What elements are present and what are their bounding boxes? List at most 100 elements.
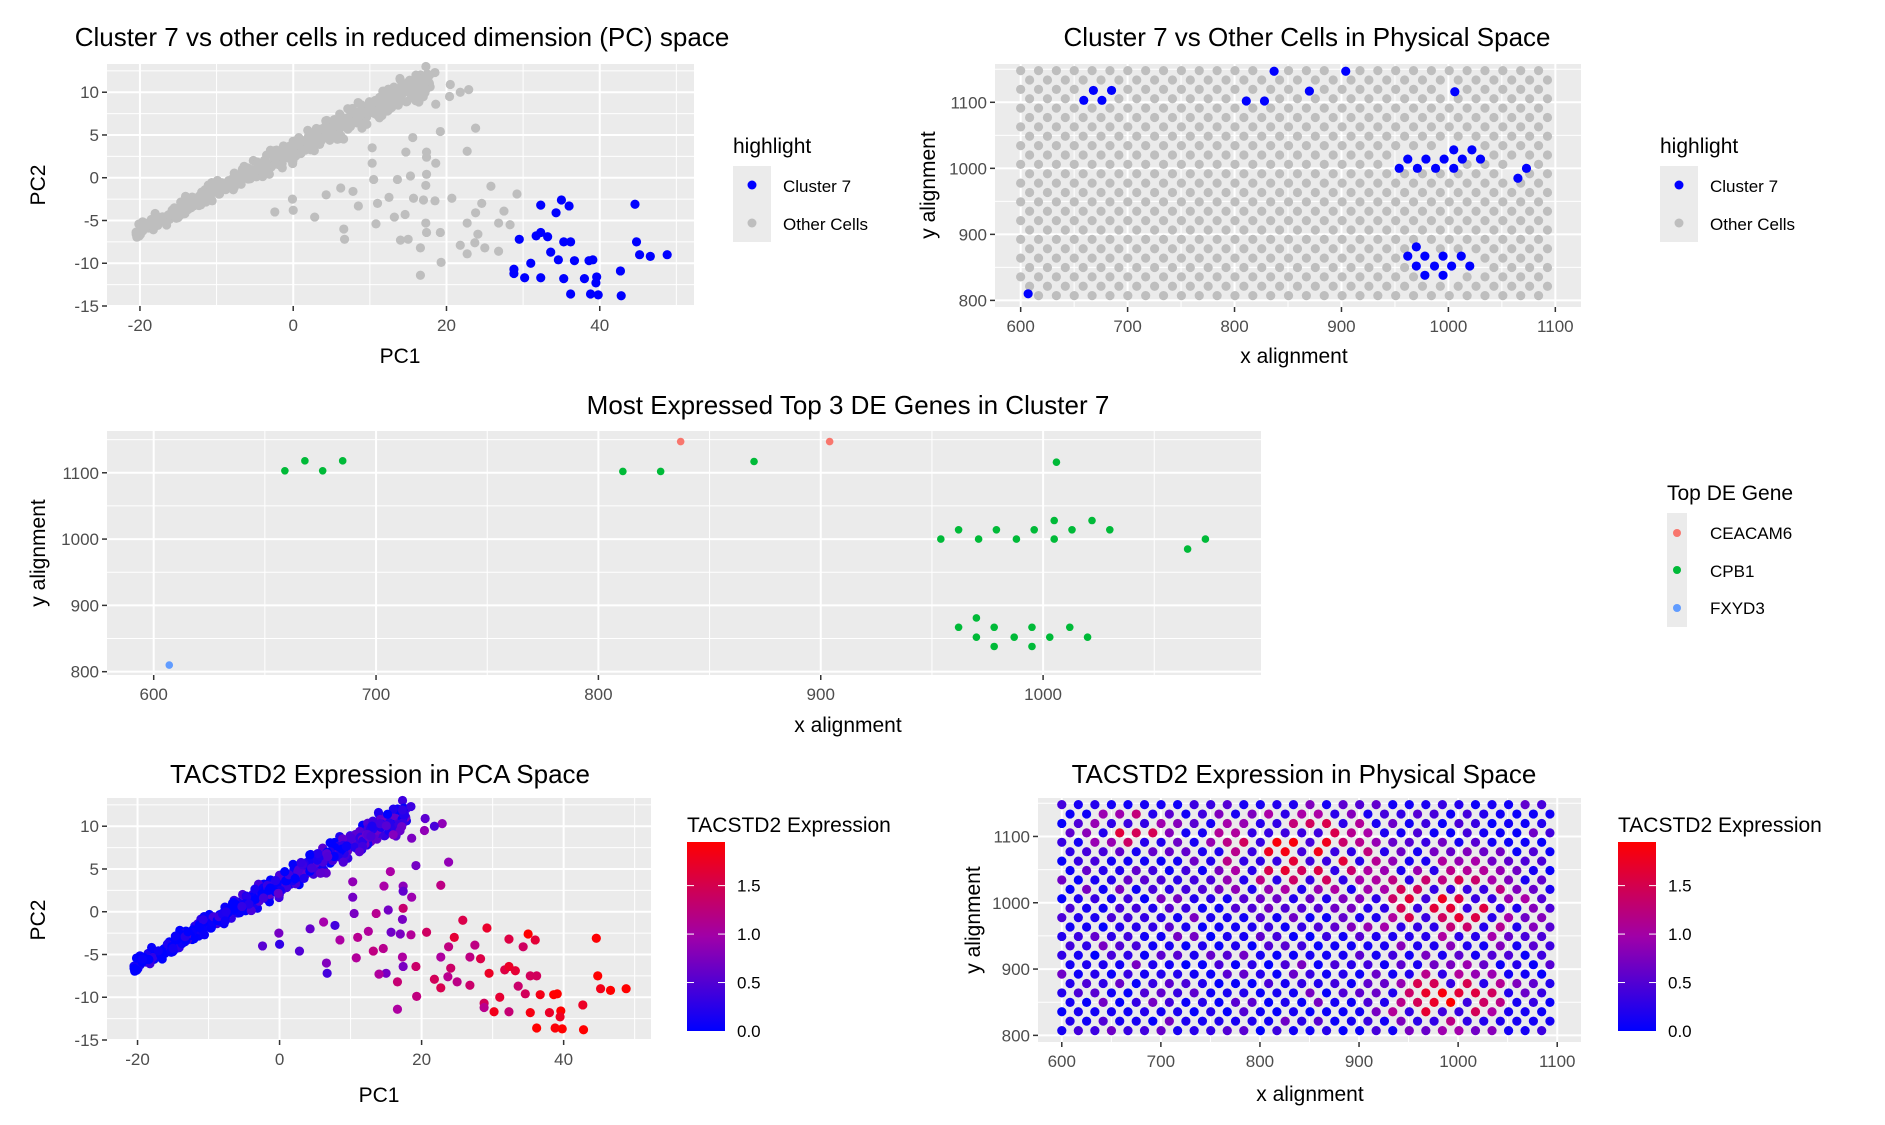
- point-expression: [1346, 997, 1356, 1007]
- point-expression: [1355, 988, 1365, 998]
- point-other-cells: [1221, 262, 1231, 273]
- y-axis-title: PC2: [27, 165, 50, 206]
- point-expression: [1288, 837, 1299, 847]
- point-other-cells: [1417, 225, 1428, 235]
- point-other-cells: [1337, 253, 1347, 263]
- point-other-cells: [1078, 281, 1088, 291]
- point-other-cells: [1373, 272, 1383, 282]
- point-expression: [1148, 884, 1158, 894]
- point-cpb1: [1083, 633, 1092, 642]
- point-other-cells: [1203, 244, 1213, 254]
- point-cpb1: [954, 623, 963, 632]
- point-expression: [1090, 818, 1100, 829]
- point-cluster-7: [1465, 261, 1475, 271]
- point-expression: [1090, 1025, 1100, 1036]
- point-other-cells: [1257, 281, 1267, 291]
- point-other-cells: [1498, 103, 1508, 113]
- point-expression: [1396, 978, 1406, 989]
- point-expression: [1421, 913, 1431, 923]
- point-expression: [1230, 828, 1241, 838]
- point-other-cells: [1105, 178, 1115, 188]
- point-expression: [520, 989, 530, 999]
- point-expression: [1487, 894, 1497, 904]
- point-expression: [1098, 1016, 1108, 1026]
- point-expression: [1148, 1016, 1158, 1026]
- point-other-cells: [1158, 291, 1169, 301]
- point-other-cells: [1248, 66, 1258, 76]
- point-expression: [1206, 950, 1216, 960]
- point-other-cells: [405, 171, 416, 181]
- point-other-cells: [1087, 103, 1097, 113]
- point-expression: [535, 990, 545, 1000]
- point-expression: [1379, 978, 1390, 989]
- point-other-cells: [288, 205, 298, 215]
- point-other-cells: [1132, 75, 1142, 85]
- point-expression: [305, 924, 315, 934]
- point-cluster-7: [1403, 154, 1413, 164]
- point-expression: [1098, 960, 1108, 970]
- point-other-cells: [470, 238, 480, 248]
- point-other-cells: [1248, 84, 1258, 94]
- point-expression: [1388, 1025, 1398, 1036]
- point-expression: [1487, 950, 1497, 960]
- point-expression: [407, 833, 417, 843]
- point-other-cells: [1132, 262, 1142, 273]
- point-expression: [1098, 828, 1108, 838]
- point-expression: [1057, 988, 1067, 998]
- point-expression: [1181, 847, 1191, 857]
- point-other-cells: [1042, 225, 1053, 235]
- point-other-cells: [1230, 141, 1240, 151]
- point-expression: [1073, 969, 1083, 979]
- point-expression: [1321, 894, 1332, 904]
- point-cluster-7: [1430, 163, 1441, 173]
- point-expression: [1363, 922, 1373, 932]
- point-other-cells: [1453, 281, 1463, 291]
- point-other-cells: [1471, 131, 1481, 141]
- x-axis-title: PC1: [359, 1084, 400, 1107]
- point-other-cells: [1417, 206, 1428, 216]
- point-other-cells: [1275, 94, 1285, 104]
- point-expression: [1487, 856, 1497, 866]
- point-expression: [1214, 997, 1224, 1007]
- point-expression: [1073, 875, 1083, 885]
- point-other-cells: [1194, 66, 1204, 76]
- point-expression: [1222, 988, 1232, 998]
- point-expression: [1123, 1025, 1133, 1036]
- point-expression: [1148, 978, 1158, 989]
- point-expression: [1446, 978, 1456, 989]
- point-expression: [1470, 875, 1481, 885]
- point-cluster-7: [559, 274, 569, 284]
- point-other-cells: [1105, 291, 1115, 301]
- point-expression: [1139, 875, 1150, 885]
- point-other-cells: [1346, 169, 1356, 179]
- colorbar-tick-label: 0.0: [737, 1022, 761, 1041]
- point-other-cells: [1525, 244, 1535, 254]
- point-expression: [1272, 837, 1282, 847]
- point-expression: [1537, 950, 1547, 960]
- point-expression: [1321, 931, 1332, 942]
- point-expression: [1197, 865, 1208, 876]
- panel-spatial-highlight: Cluster 7 vs Other Cells in Physical Spa…: [917, 22, 1795, 368]
- point-other-cells: [462, 146, 472, 156]
- point-other-cells: [1016, 253, 1026, 263]
- point-other-cells: [173, 209, 183, 219]
- point-other-cells: [1400, 94, 1410, 104]
- point-expression: [1131, 922, 1141, 932]
- y-tick-label: -5: [84, 211, 99, 230]
- point-expression: [1139, 931, 1150, 942]
- point-other-cells: [1060, 244, 1070, 254]
- point-expression: [1164, 978, 1174, 989]
- point-cluster-7: [1449, 145, 1459, 155]
- chart-title: TACSTD2 Expression in PCA Space: [170, 759, 590, 789]
- point-expression: [1470, 894, 1481, 904]
- legend: highlight Cluster 7 Other Cells: [733, 135, 868, 242]
- point-other-cells: [1453, 112, 1463, 123]
- point-expression: [1404, 950, 1414, 960]
- point-expression: [1437, 950, 1447, 960]
- colorbar-tick-label: 1.5: [737, 877, 761, 896]
- point-expression: [1206, 894, 1216, 904]
- point-expression: [1297, 1016, 1307, 1026]
- point-other-cells: [1114, 225, 1124, 235]
- point-expression: [1462, 978, 1472, 989]
- x-tick-label: 800: [1220, 317, 1248, 336]
